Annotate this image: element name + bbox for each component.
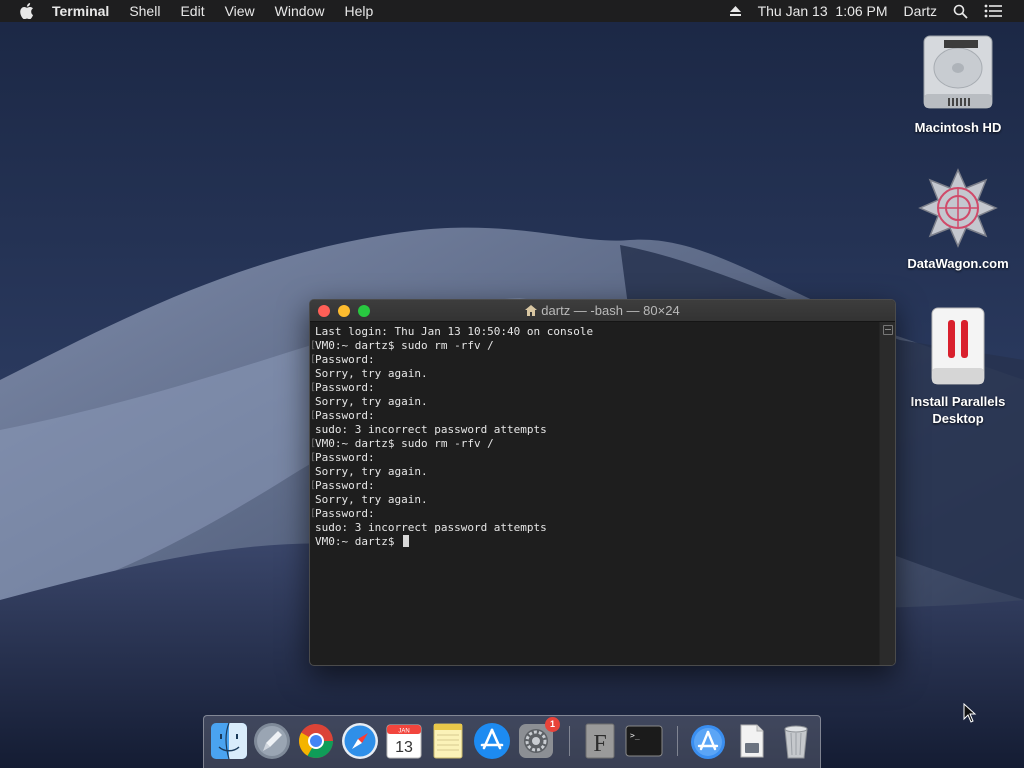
terminal-prompt: VM0:~ dartz$ bbox=[315, 535, 402, 548]
terminal-line: VM0:~ dartz$ sudo rm -rfv / bbox=[310, 437, 893, 451]
terminal-icon: >_ bbox=[625, 725, 663, 757]
menu-help[interactable]: Help bbox=[334, 0, 383, 22]
document-stack-icon bbox=[740, 724, 764, 758]
dock-applications-folder[interactable] bbox=[688, 721, 728, 761]
dock-font-book[interactable]: F bbox=[580, 721, 620, 761]
terminal-line: Password: bbox=[310, 507, 893, 521]
chrome-icon bbox=[299, 724, 333, 758]
datawagon-icon bbox=[918, 168, 998, 248]
home-folder-icon bbox=[525, 305, 538, 316]
close-window-button[interactable] bbox=[318, 304, 330, 317]
desktop-icon-label: DataWagon.com bbox=[907, 256, 1009, 271]
menu-edit[interactable]: Edit bbox=[170, 0, 214, 22]
terminal-cursor bbox=[403, 535, 410, 547]
terminal-line: Sorry, try again. bbox=[315, 395, 428, 408]
font-book-icon: F bbox=[585, 723, 615, 759]
calendar-day: 13 bbox=[395, 739, 413, 756]
finder-icon bbox=[211, 722, 247, 760]
dock-trash[interactable] bbox=[776, 721, 816, 761]
spotlight-search-icon[interactable] bbox=[945, 4, 976, 19]
applications-folder-icon bbox=[691, 725, 725, 759]
desktop-icon-datawagon[interactable]: DataWagon.com bbox=[903, 168, 1013, 272]
terminal-title: dartz — -bash — 80×24 bbox=[310, 300, 895, 322]
terminal-line: Password: bbox=[310, 479, 893, 493]
notes-icon bbox=[433, 723, 463, 759]
terminal-line: sudo: 3 incorrect password attempts bbox=[315, 521, 547, 534]
menu-window[interactable]: Window bbox=[265, 0, 335, 22]
dock-separator bbox=[569, 726, 570, 756]
dock-app-store[interactable] bbox=[472, 721, 512, 761]
terminal-prompt-line[interactable]: VM0:~ dartz$ bbox=[315, 535, 879, 549]
terminal-line: Sorry, try again. bbox=[315, 367, 428, 380]
menu-app-name[interactable]: Terminal bbox=[46, 0, 119, 22]
dock-notes[interactable] bbox=[428, 721, 468, 761]
terminal-titlebar[interactable]: dartz — -bash — 80×24 bbox=[310, 300, 895, 322]
apple-menu[interactable] bbox=[0, 3, 46, 19]
dock-launchpad[interactable] bbox=[252, 721, 292, 761]
terminal-icon-prompt: >_ bbox=[630, 731, 640, 740]
terminal-line: VM0:~ dartz$ sudo rm -rfv / bbox=[310, 339, 893, 353]
calendar-month: JAN bbox=[398, 729, 409, 735]
desktop-icon-label: Macintosh HD bbox=[914, 120, 1002, 135]
terminal-line: Password: bbox=[310, 409, 893, 423]
dock-safari[interactable] bbox=[340, 721, 380, 761]
terminal-line: Password: bbox=[310, 381, 893, 395]
launchpad-icon bbox=[254, 723, 290, 759]
terminal-title-text: dartz — -bash — 80×24 bbox=[541, 303, 680, 318]
terminal-output[interactable]: Last login: Thu Jan 13 10:50:40 on conso… bbox=[310, 322, 893, 665]
notification-center-icon[interactable] bbox=[976, 4, 1024, 18]
apple-icon bbox=[20, 3, 34, 19]
desktop-icon-label: Install Parallels Desktop bbox=[910, 394, 1006, 426]
dock: JAN 13 1 F >_ bbox=[203, 715, 821, 768]
menu-view[interactable]: View bbox=[215, 0, 265, 22]
app-store-icon bbox=[474, 723, 510, 759]
hard-drive-icon bbox=[923, 35, 993, 109]
mouse-pointer-icon bbox=[963, 703, 977, 723]
terminal-line: Last login: Thu Jan 13 10:50:40 on conso… bbox=[315, 325, 594, 338]
minimize-window-button[interactable] bbox=[338, 304, 350, 317]
terminal-line: Sorry, try again. bbox=[315, 465, 428, 478]
zoom-window-button[interactable] bbox=[358, 304, 370, 317]
eject-icon[interactable] bbox=[721, 5, 750, 17]
terminal-line: Password: bbox=[310, 451, 893, 465]
desktop-icon-install-parallels[interactable]: Install Parallels Desktop bbox=[903, 306, 1013, 427]
menu-clock[interactable]: Thu Jan 13 1:06 PM bbox=[750, 0, 896, 22]
terminal-line: Password: bbox=[310, 353, 893, 367]
terminal-window[interactable]: dartz — -bash — 80×24 Last login: Thu Ja… bbox=[309, 299, 896, 666]
menu-shell[interactable]: Shell bbox=[119, 0, 170, 22]
dock-documents[interactable] bbox=[732, 721, 772, 761]
safari-compass-icon bbox=[342, 723, 378, 759]
parallels-icon bbox=[931, 307, 985, 385]
dock-separator bbox=[677, 726, 678, 756]
dock-terminal[interactable]: >_ bbox=[624, 721, 664, 761]
desktop-icon-macintosh-hd[interactable]: Macintosh HD bbox=[903, 32, 1013, 136]
dock-chrome[interactable] bbox=[296, 721, 336, 761]
split-pane-button[interactable] bbox=[882, 325, 893, 335]
dock-calendar[interactable]: JAN 13 bbox=[384, 721, 424, 761]
terminal-line: sudo: 3 incorrect password attempts bbox=[315, 423, 547, 436]
notification-badge: 1 bbox=[545, 717, 560, 732]
dock-system-preferences[interactable]: 1 bbox=[516, 717, 560, 761]
trash-icon bbox=[784, 725, 808, 759]
font-book-letter: F bbox=[593, 731, 606, 757]
terminal-line: Sorry, try again. bbox=[315, 493, 428, 506]
dock-finder[interactable] bbox=[209, 721, 249, 761]
calendar-icon: JAN 13 bbox=[386, 724, 422, 759]
menu-bar: Terminal Shell Edit View Window Help Thu… bbox=[0, 0, 1024, 22]
terminal-scrollbar[interactable] bbox=[879, 322, 895, 665]
menu-user[interactable]: Dartz bbox=[896, 0, 945, 22]
